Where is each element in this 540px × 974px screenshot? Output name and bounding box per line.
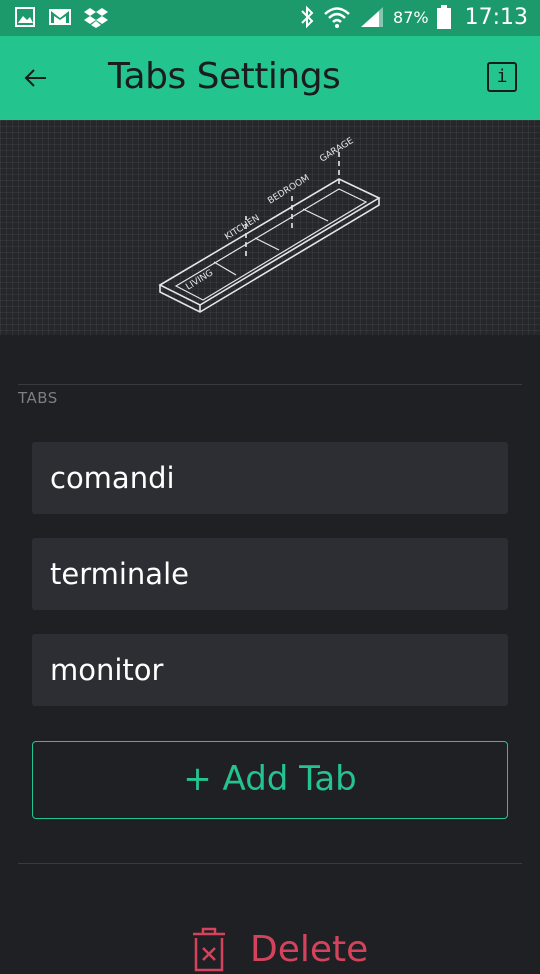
trash-icon	[193, 927, 225, 972]
tab-name-field-2[interactable]: terminale	[32, 538, 508, 610]
gallery-icon	[15, 7, 35, 27]
status-clock: 17:13	[464, 4, 528, 30]
page-title: Tabs Settings	[108, 56, 341, 97]
info-button[interactable]: i	[487, 62, 517, 92]
battery-icon	[436, 5, 451, 29]
divider	[18, 384, 522, 385]
wifi-icon	[324, 7, 350, 28]
tabs-illustration: LIVING KITCHEN BEDROOM GARAGE	[0, 120, 540, 335]
gmail-icon	[49, 9, 71, 25]
status-bar: 87% 17:13	[0, 0, 540, 36]
signal-icon	[361, 7, 384, 27]
dropbox-icon	[84, 8, 108, 28]
app-bar: Tabs Settings i	[0, 36, 540, 120]
illustration-label-bedroom: BEDROOM	[266, 173, 311, 206]
tab-name-field-3[interactable]: monitor	[32, 634, 508, 706]
delete-label: Delete	[250, 928, 369, 970]
section-label-tabs: TABS	[18, 389, 58, 407]
add-tab-button[interactable]: + Add Tab	[32, 741, 508, 819]
back-arrow-icon	[24, 69, 46, 87]
tabs-illustration-graphic: LIVING KITCHEN BEDROOM GARAGE	[158, 136, 381, 313]
bluetooth-icon	[301, 5, 314, 29]
tab-name-field-1[interactable]: comandi	[32, 442, 508, 514]
illustration-label-garage: GARAGE	[318, 136, 356, 165]
back-button[interactable]	[18, 60, 54, 96]
delete-button[interactable]: Delete	[190, 924, 368, 974]
battery-percentage: 87%	[393, 7, 429, 27]
info-icon: i	[496, 66, 508, 87]
divider	[18, 863, 522, 864]
